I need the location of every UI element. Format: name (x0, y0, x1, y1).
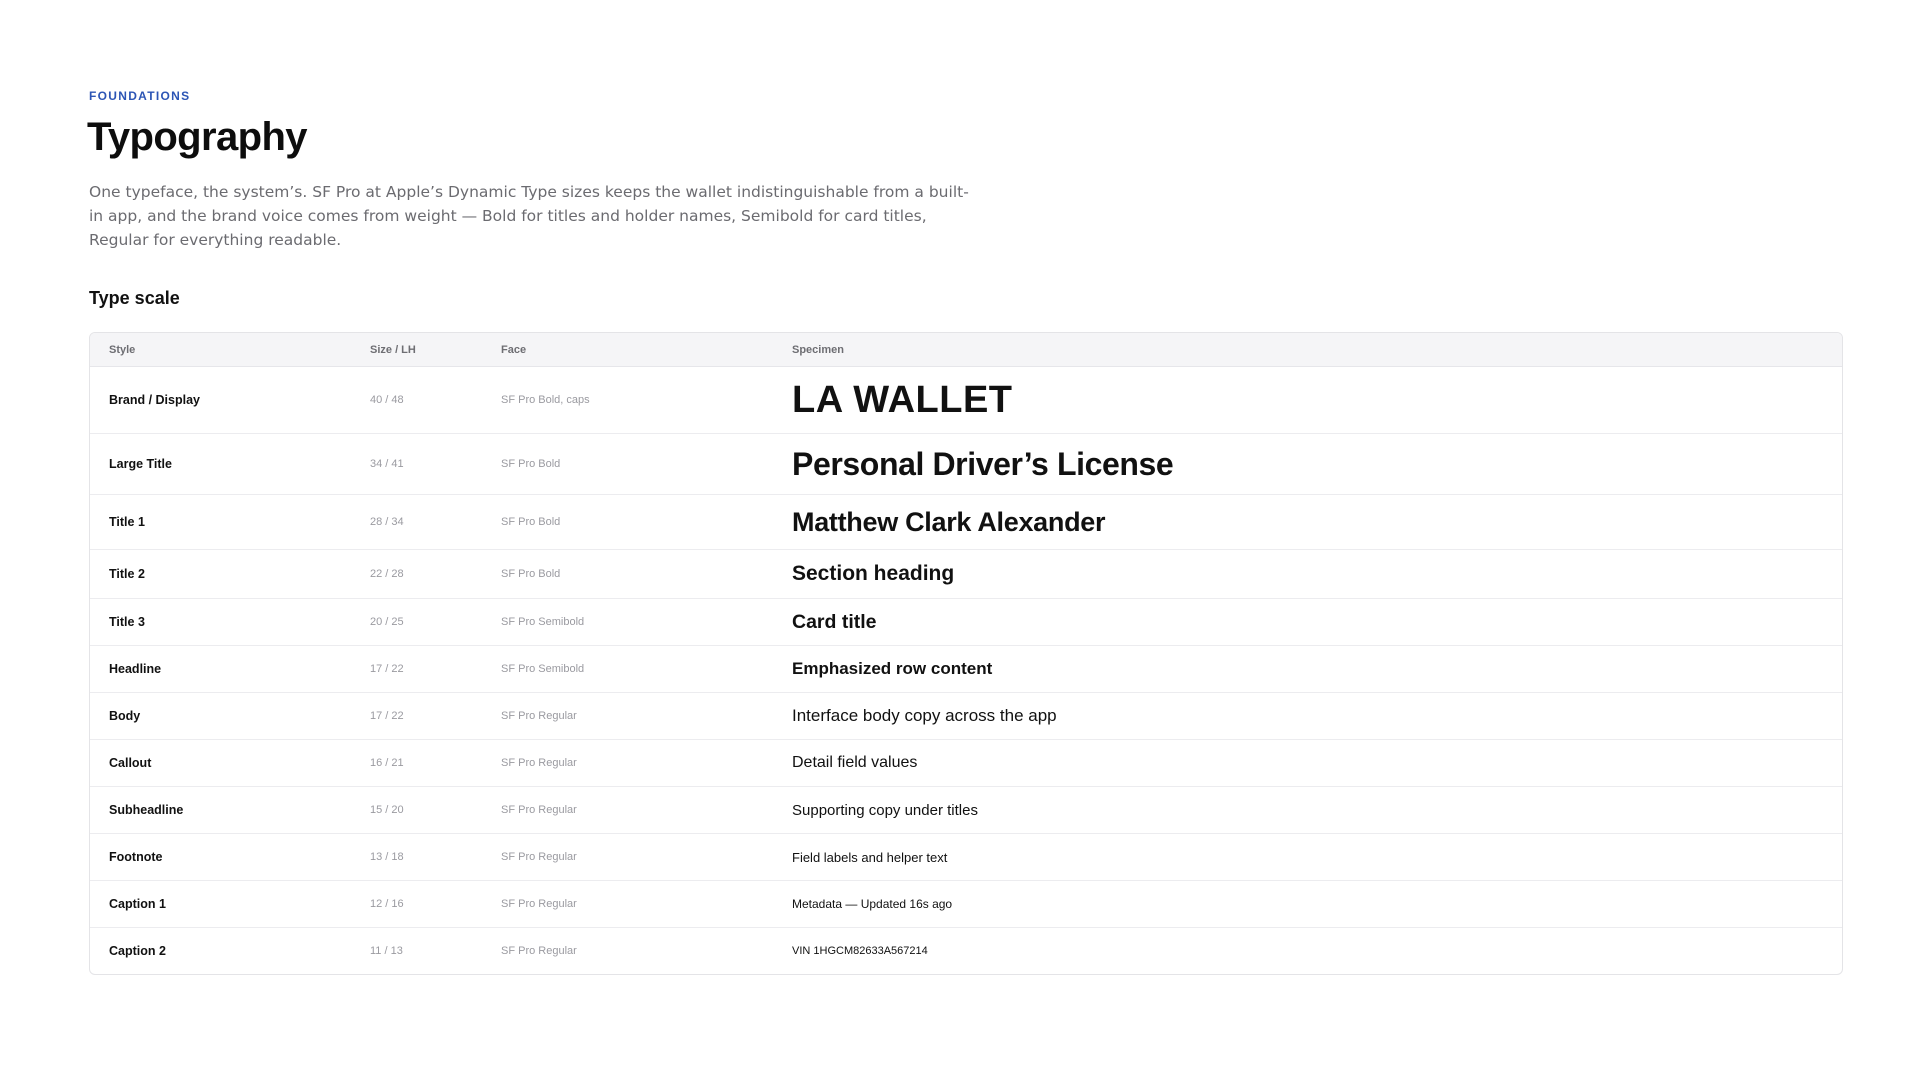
row-face: SF Pro Regular (501, 757, 577, 769)
row-size: 28 / 34 (370, 516, 404, 528)
row-specimen: Card title (792, 610, 877, 633)
row-size: 17 / 22 (370, 710, 404, 722)
row-style: Title 3 (109, 615, 145, 629)
row-style: Title 1 (109, 515, 145, 529)
row-size: 22 / 28 (370, 568, 404, 580)
table-row: Large Title 34 / 41 SF Pro Bold Personal… (90, 434, 1842, 495)
row-face: SF Pro Semibold (501, 663, 585, 675)
row-specimen: Detail field values (792, 754, 918, 771)
row-size: 12 / 16 (370, 898, 404, 910)
row-style: Body (109, 709, 141, 723)
row-size: 17 / 22 (370, 663, 404, 675)
row-face: SF Pro Regular (501, 851, 577, 863)
row-face: SF Pro Bold (501, 516, 561, 528)
row-face: SF Pro Regular (501, 898, 577, 910)
row-specimen: Supporting copy under titles (792, 801, 978, 819)
column-header-size: Size / LH (370, 343, 416, 356)
column-header-style: Style (109, 343, 136, 356)
row-specimen: Matthew Clark Alexander (792, 506, 1106, 537)
row-specimen: Interface body copy across the app (792, 706, 1057, 725)
row-face: SF Pro Regular (501, 804, 577, 816)
row-face: SF Pro Bold (501, 458, 561, 470)
row-face: SF Pro Semibold (501, 616, 585, 628)
row-style: Callout (109, 756, 152, 770)
row-style: Footnote (109, 850, 163, 864)
intro-paragraph: One typeface, the system’s. SF Pro at Ap… (89, 183, 969, 249)
row-specimen: LA WALLET (792, 378, 1013, 421)
table-row: Subheadline 15 / 20 SF Pro Regular Suppo… (90, 787, 1842, 834)
row-style: Headline (109, 662, 162, 676)
type-scale-table: Style Size / LH Face Specimen Brand / Di… (89, 332, 1843, 975)
row-size: 11 / 13 (370, 945, 403, 957)
row-size: 16 / 21 (370, 757, 404, 769)
table-row: Title 1 28 / 34 SF Pro Bold Matthew Clar… (90, 495, 1842, 550)
column-header-specimen: Specimen (792, 343, 844, 356)
table-row: Headline 17 / 22 SF Pro Semibold Emphasi… (90, 646, 1842, 693)
table-row: Caption 1 12 / 16 SF Pro Regular Metadat… (90, 881, 1842, 928)
row-size: 34 / 41 (370, 458, 404, 470)
row-specimen: VIN 1HGCM82633A567214 (792, 945, 928, 957)
row-size: 13 / 18 (370, 851, 404, 863)
section-eyebrow: FOUNDATIONS (89, 89, 191, 103)
table-row: Caption 2 11 / 13 SF Pro Regular VIN 1HG… (90, 928, 1842, 974)
row-style: Title 2 (109, 567, 145, 581)
row-specimen: Emphasized row content (792, 659, 993, 678)
table-header-row: Style Size / LH Face Specimen (90, 333, 1842, 367)
row-style: Caption 1 (109, 897, 166, 911)
row-specimen: Field labels and helper text (792, 849, 948, 865)
row-face: SF Pro Bold (501, 568, 561, 580)
table-row: Title 3 20 / 25 SF Pro Semibold Card tit… (90, 599, 1842, 646)
table-row: Callout 16 / 21 SF Pro Regular Detail fi… (90, 740, 1842, 787)
row-style: Caption 2 (109, 944, 166, 958)
type-scale-title: Type scale (89, 288, 180, 308)
row-specimen: Metadata — Updated 16s ago (792, 897, 953, 911)
row-face: SF Pro Regular (501, 945, 577, 957)
table-row: Footnote 13 / 18 SF Pro Regular Field la… (90, 834, 1842, 881)
row-face: SF Pro Bold, caps (501, 394, 590, 406)
table-row: Title 2 22 / 28 SF Pro Bold Section head… (90, 550, 1842, 599)
row-specimen: Personal Driver’s License (792, 445, 1174, 482)
page-title: Typography (87, 115, 308, 159)
row-size: 20 / 25 (370, 616, 404, 628)
row-style: Brand / Display (109, 393, 200, 407)
row-specimen: Section heading (792, 562, 955, 585)
row-style: Large Title (109, 457, 172, 471)
column-header-face: Face (501, 343, 527, 356)
row-style: Subheadline (109, 803, 184, 817)
table-row: Brand / Display 40 / 48 SF Pro Bold, cap… (90, 367, 1842, 434)
row-size: 15 / 20 (370, 804, 404, 816)
table-row: Body 17 / 22 SF Pro Regular Interface bo… (90, 693, 1842, 740)
row-size: 40 / 48 (370, 394, 404, 406)
row-face: SF Pro Regular (501, 710, 577, 722)
